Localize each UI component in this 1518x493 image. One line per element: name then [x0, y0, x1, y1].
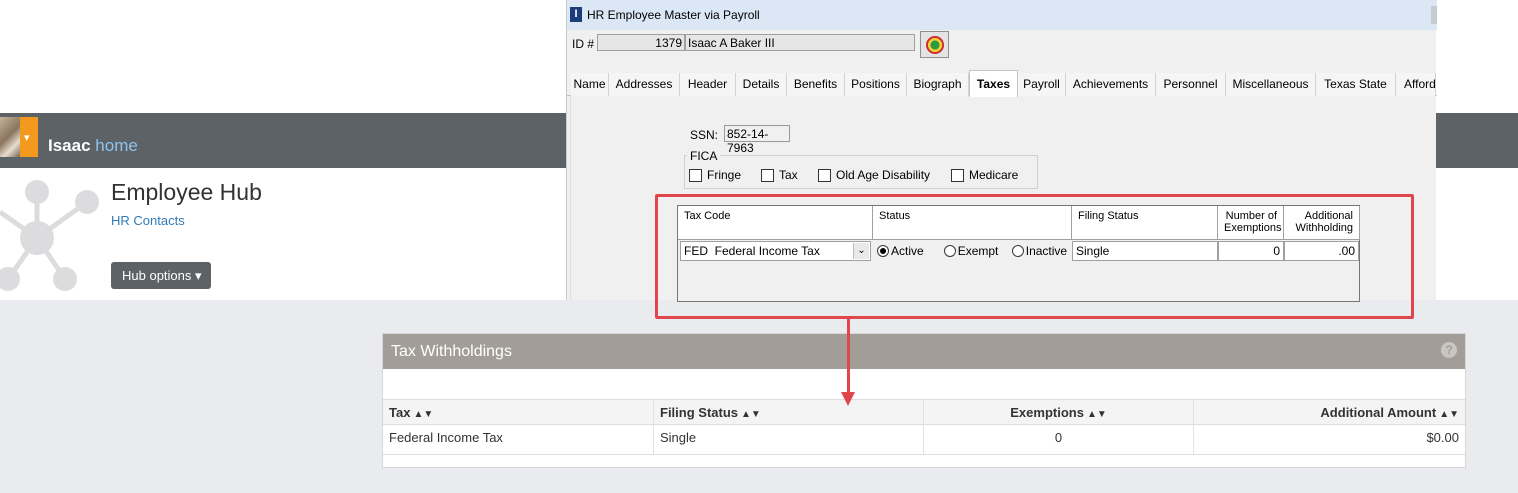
- fringe-checkbox[interactable]: Fringe: [689, 168, 741, 182]
- id-label: ID #: [572, 37, 595, 51]
- checkbox-box: [689, 169, 702, 182]
- column-label: Filing Status: [660, 405, 738, 420]
- sort-icon: ▲▼: [1439, 409, 1459, 420]
- ssn-field[interactable]: 852-14-7963: [724, 125, 790, 155]
- table-header-row: Tax ▲▼ Filing Status ▲▼ Exemptions ▲▼ Addit…: [383, 399, 1465, 425]
- caret-down-icon: ▾: [24, 132, 30, 144]
- highlight-box: [655, 194, 1414, 319]
- panel-title: Tax Withholdings: [391, 343, 512, 360]
- checkbox-label: Medicare: [969, 168, 1019, 182]
- window-title: HR Employee Master via Payroll: [587, 8, 760, 22]
- tab-addresses[interactable]: Addresses: [609, 73, 680, 96]
- tab-texas-state[interactable]: Texas State: [1316, 73, 1396, 96]
- column-label: Additional Amount: [1320, 405, 1437, 420]
- column-header-filing-status[interactable]: Filing Status ▲▼: [654, 400, 924, 424]
- hub-options-button[interactable]: Hub options ▾: [111, 262, 211, 289]
- window-title-bar[interactable]: I HR Employee Master via Payroll: [567, 0, 1437, 30]
- tab-biograph[interactable]: Biograph: [907, 73, 969, 96]
- hub-network-icon: [0, 180, 99, 291]
- hub-options-label: Hub options: [122, 268, 192, 283]
- tax-checkbox[interactable]: Tax: [761, 168, 798, 182]
- checkbox-label: Tax: [779, 168, 798, 182]
- page-title: Employee Hub: [111, 179, 262, 205]
- avatar-menu-button[interactable]: ▾: [20, 117, 38, 157]
- column-header-additional-amount[interactable]: Additional Amount ▲▼: [1194, 400, 1465, 424]
- hr-contacts-link[interactable]: HR Contacts: [111, 213, 185, 228]
- panel-header: Tax Withholdings ?: [383, 334, 1465, 369]
- panel-toolbar: [383, 369, 1465, 399]
- column-label: Exemptions: [1010, 405, 1084, 420]
- cell-filing-status: Single: [654, 425, 924, 454]
- tab-achievements[interactable]: Achievements: [1066, 73, 1156, 96]
- ssn-label: SSN:: [690, 128, 719, 142]
- column-header-tax[interactable]: Tax ▲▼: [383, 400, 654, 424]
- lookup-button[interactable]: [920, 31, 949, 58]
- cell-additional-amount: $0.00: [1426, 430, 1459, 445]
- tab-personnel[interactable]: Personnel: [1156, 73, 1226, 96]
- arrow-shaft: [847, 318, 850, 394]
- help-icon[interactable]: ?: [1441, 342, 1457, 358]
- arrow-down-icon: [841, 392, 855, 406]
- medicare-checkbox[interactable]: Medicare: [951, 168, 1018, 182]
- tab-miscellaneous[interactable]: Miscellaneous: [1226, 73, 1316, 96]
- checkbox-box: [951, 169, 964, 182]
- checkbox-label: Old Age Disability: [836, 168, 931, 182]
- column-label: Tax: [389, 405, 411, 420]
- app-icon: I: [570, 7, 582, 22]
- caret-down-icon: ▾: [195, 268, 202, 283]
- checkbox-label: Fringe: [707, 168, 742, 182]
- sort-icon: ▲▼: [413, 409, 434, 420]
- cell-exemptions: 0: [924, 425, 1194, 454]
- table-row[interactable]: Federal Income Tax Single 0 $0.00: [383, 425, 1465, 455]
- avatar[interactable]: [0, 117, 22, 157]
- user-name: Isaac: [48, 136, 91, 155]
- column-header-exemptions[interactable]: Exemptions ▲▼: [924, 400, 1194, 424]
- window-control-button[interactable]: [1431, 6, 1437, 24]
- checkbox-box: [761, 169, 774, 182]
- globe-icon: [926, 36, 944, 54]
- tab-header[interactable]: Header: [680, 73, 736, 96]
- tab-taxes[interactable]: Taxes: [969, 70, 1018, 97]
- tab-details[interactable]: Details: [736, 73, 787, 96]
- sort-icon: ▲▼: [741, 409, 761, 420]
- brand-title[interactable]: Isaac home: [48, 136, 138, 156]
- fica-legend: FICA: [687, 149, 721, 163]
- sort-icon: ▲▼: [1086, 409, 1107, 420]
- tax-withholdings-panel: Tax Withholdings ? Tax ▲▼ Filing Status ▲▼…: [382, 333, 1466, 468]
- home-link[interactable]: home: [95, 136, 138, 155]
- tab-payroll[interactable]: Payroll: [1018, 73, 1066, 96]
- tab-affordable[interactable]: Afforda: [1396, 73, 1436, 96]
- employee-id-field[interactable]: 1379: [597, 34, 685, 51]
- old-age-disability-checkbox[interactable]: Old Age Disability: [818, 168, 930, 182]
- tab-name[interactable]: Name: [571, 73, 609, 96]
- tab-positions[interactable]: Positions: [845, 73, 907, 96]
- cell-tax: Federal Income Tax: [383, 425, 654, 454]
- checkbox-box: [818, 169, 831, 182]
- employee-name-field[interactable]: Isaac A Baker III: [685, 34, 915, 51]
- tab-benefits[interactable]: Benefits: [787, 73, 845, 96]
